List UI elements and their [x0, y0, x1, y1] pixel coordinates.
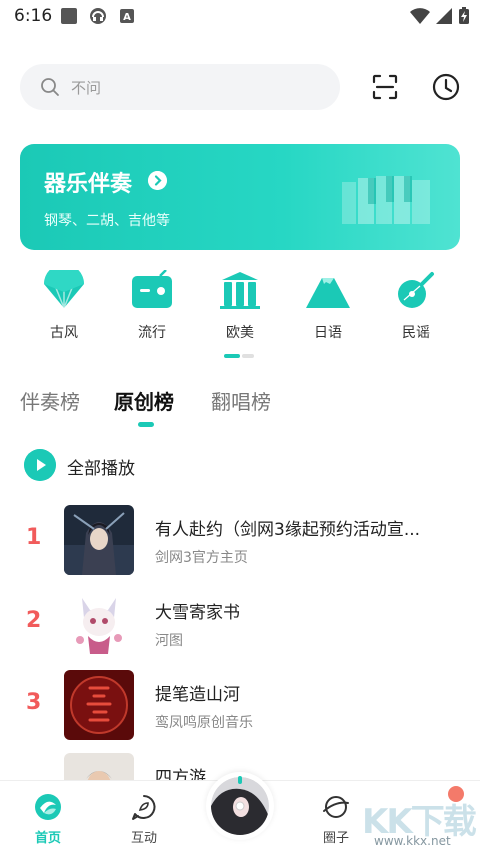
gallery-icon: [61, 8, 77, 24]
song-row[interactable]: 3 提笔造山河 鸾凤鸣原创音乐: [0, 670, 480, 742]
radio-icon: [132, 270, 172, 308]
category-label: 古风: [50, 325, 78, 341]
category-label: 欧美: [226, 325, 254, 341]
mountain-icon: [306, 278, 350, 308]
category-oumei[interactable]: 欧美: [196, 268, 284, 344]
song-rank: 1: [26, 525, 42, 550]
play-icon: [24, 449, 56, 481]
playback-progress: [238, 776, 242, 784]
category-gufeng[interactable]: 古风: [20, 268, 108, 344]
wifi-icon: [410, 8, 430, 24]
nav-label: 互动: [130, 831, 157, 846]
category-label: 日语: [314, 325, 342, 341]
banner-subtitle: 钢琴、二胡、吉他等: [44, 213, 170, 229]
search-icon: [41, 78, 59, 96]
fan-icon: [44, 270, 84, 309]
song-artist: 鸾凤鸣原创音乐: [155, 715, 253, 731]
song-cover: [64, 505, 134, 575]
watermark: KK下载 www.kkx.net: [362, 790, 480, 853]
status-time: 6:16: [14, 6, 53, 26]
watermark-url: www.kkx.net: [374, 834, 451, 848]
song-cover: [64, 670, 134, 740]
song-title: 大雪寄家书: [155, 603, 240, 623]
columns-icon: [220, 272, 260, 309]
tab-banzou[interactable]: 伴奏榜: [20, 386, 80, 415]
tab-fanchang[interactable]: 翻唱榜: [211, 386, 271, 415]
guitar-icon: [398, 272, 434, 308]
category-label: 流行: [138, 325, 166, 341]
home-icon: [35, 794, 61, 820]
scan-icon[interactable]: [368, 70, 402, 104]
planet-icon: [323, 796, 349, 818]
song-rank: 2: [26, 608, 42, 633]
search-input[interactable]: 不问: [20, 64, 340, 110]
keyboard-a-icon: A: [120, 9, 134, 23]
song-row[interactable]: 1 有人赴约（剑网3缘起预约活动宣... 剑网3官方主页: [0, 505, 480, 577]
nav-interact[interactable]: 互动: [96, 781, 192, 853]
piano-keys-icon: [342, 176, 430, 224]
song-artist: 剑网3官方主页: [155, 550, 248, 566]
banner-title: 器乐伴奏: [44, 172, 133, 197]
now-playing-disc[interactable]: [206, 772, 274, 840]
category-label: 民谣: [402, 325, 430, 341]
status-bar: 6:16 A: [0, 0, 480, 34]
category-riyu[interactable]: 日语: [284, 268, 372, 344]
search-placeholder: 不问: [71, 79, 102, 97]
category-row: 古风 流行 欧美 日语 民谣: [20, 268, 460, 344]
song-row[interactable]: 2 大雪寄家书 河图: [0, 588, 480, 660]
chat-bubble-icon: [132, 795, 156, 820]
chart-tabs: 伴奏榜 原创榜 翻唱榜: [0, 386, 480, 430]
instrumental-banner[interactable]: 器乐伴奏 钢琴、二胡、吉他等: [20, 144, 460, 250]
nav-label: 首页: [34, 831, 61, 846]
active-tab-indicator: [138, 422, 154, 427]
history-clock-icon[interactable]: [429, 70, 463, 104]
svg-text:A: A: [123, 12, 131, 23]
tab-yuanchuang[interactable]: 原创榜: [114, 386, 174, 415]
play-all-label: 全部播放: [67, 459, 135, 479]
song-artist: 河图: [155, 633, 183, 649]
category-minyao[interactable]: 民谣: [372, 268, 460, 344]
song-rank: 3: [26, 690, 42, 715]
song-title: 有人赴约（剑网3缘起预约活动宣...: [155, 520, 421, 540]
signal-icon: [436, 8, 452, 24]
now-playing-cover: [211, 777, 269, 835]
chevron-right-icon: [148, 171, 167, 190]
headset-icon: [90, 8, 106, 24]
song-cover: [64, 588, 134, 658]
category-page-indicator: [224, 354, 256, 358]
nav-home[interactable]: 首页: [0, 781, 96, 853]
category-liuxing[interactable]: 流行: [108, 268, 196, 344]
song-title: 提笔造山河: [155, 685, 240, 705]
battery-charging-icon: [459, 7, 469, 24]
